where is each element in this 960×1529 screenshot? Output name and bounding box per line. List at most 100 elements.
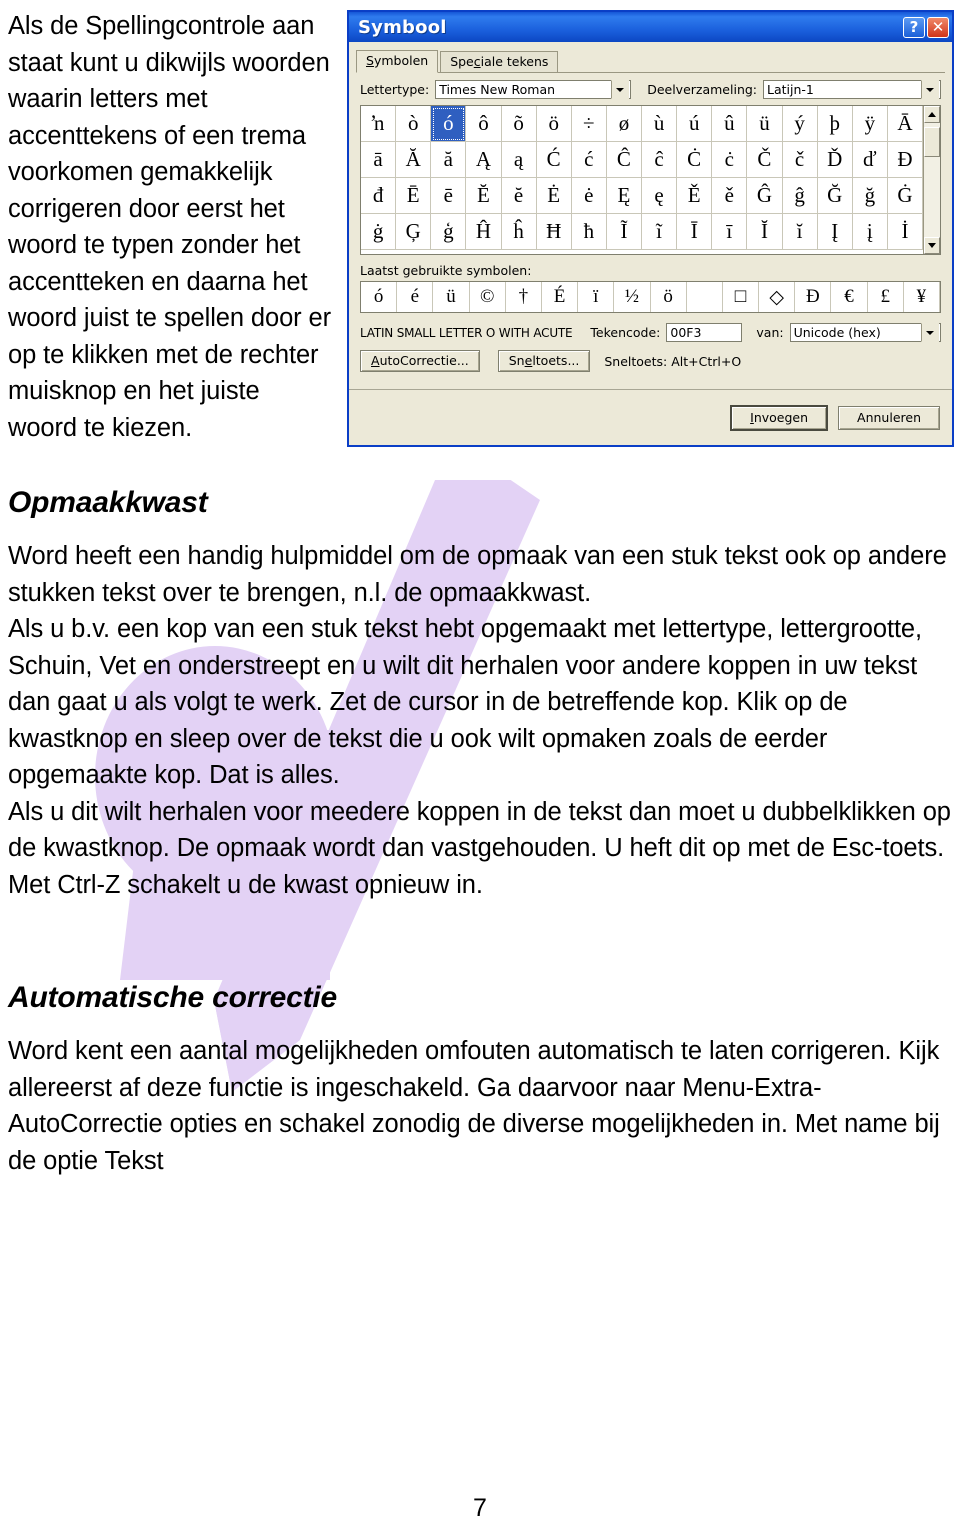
symbol-cell[interactable]: ĝ (782, 178, 818, 214)
symbol-cell[interactable]: Ć (536, 142, 572, 178)
symbol-cell[interactable]: Ĥ (466, 214, 502, 250)
recent-symbol-cell[interactable]: É (541, 282, 579, 312)
symbol-cell[interactable]: Ċ (677, 142, 713, 178)
symbol-cell[interactable]: Ę (606, 178, 642, 214)
recent-symbol-cell[interactable]: ó (361, 282, 398, 312)
recent-symbol-cell[interactable]: ü (433, 282, 470, 312)
recent-symbol-cell[interactable]: Ɖ (795, 282, 832, 312)
symbol-cell[interactable]: ĉ (642, 142, 678, 178)
symbol-cell[interactable]: ĭ (782, 214, 818, 250)
symbol-cell[interactable]: Ą (466, 142, 502, 178)
symbol-cell[interactable]: ü (747, 106, 783, 142)
symbol-cell[interactable]: Đ (887, 142, 923, 178)
recent-symbol-cell[interactable] (686, 282, 723, 312)
font-dropdown[interactable]: Times New Roman (435, 80, 632, 99)
symbol-cell[interactable]: ÷ (571, 106, 607, 142)
symbol-cell[interactable]: ó (431, 106, 467, 142)
symbol-cell[interactable]: ģ (431, 214, 467, 250)
symbol-cell[interactable]: Ā (887, 106, 923, 142)
symbol-cell[interactable]: ė (571, 178, 607, 214)
insert-button[interactable]: Invoegen (730, 404, 829, 431)
chevron-down-icon[interactable] (921, 80, 939, 99)
symbol-cell[interactable]: ò (396, 106, 432, 142)
symbol-cell[interactable]: Ē (396, 178, 432, 214)
symbol-cell[interactable]: Ė (536, 178, 572, 214)
symbol-cell[interactable]: ħ (571, 214, 607, 250)
symbol-cell[interactable]: Ī (677, 214, 713, 250)
symbol-cell[interactable]: Ă (396, 142, 432, 178)
symbol-cell[interactable]: ÿ (852, 106, 888, 142)
symbol-grid-scrollbar[interactable] (923, 106, 940, 254)
recent-symbols-grid[interactable]: ó é ü © † Éï ½ ö □ ◇ Ɖ € £ ¥ (360, 281, 941, 313)
symbol-cell[interactable]: ý (782, 106, 818, 142)
scroll-up-icon[interactable] (924, 106, 940, 123)
symbol-cell[interactable]: č (782, 142, 818, 178)
shortcut-button[interactable]: Sneltoets... (497, 350, 591, 372)
scrollbar-track[interactable] (924, 123, 940, 237)
charcode-input[interactable]: 00F3 (666, 323, 743, 342)
symbol-cell[interactable]: İ (887, 214, 923, 250)
symbol-cell[interactable]: ö (536, 106, 572, 142)
recent-symbol-cell[interactable]: ï (578, 282, 615, 312)
symbol-cell[interactable]: Į (817, 214, 853, 250)
symbol-cell[interactable]: ī (712, 214, 748, 250)
symbol-cell[interactable]: Ġ (887, 178, 923, 214)
chevron-down-icon[interactable] (611, 80, 630, 99)
help-icon[interactable]: ? (903, 16, 925, 38)
recent-symbol-cell[interactable]: † (505, 282, 542, 312)
symbol-cell[interactable]: Ĭ (747, 214, 783, 250)
recent-symbol-cell[interactable]: € (831, 282, 868, 312)
recent-symbol-cell[interactable]: ö (650, 282, 687, 312)
symbol-cell[interactable]: ġ (361, 214, 397, 250)
cancel-button[interactable]: Annuleren (838, 405, 940, 430)
symbol-cell[interactable]: į (852, 214, 888, 250)
recent-symbol-cell[interactable]: é (397, 282, 434, 312)
symbol-cell[interactable]: û (712, 106, 748, 142)
symbol-cell[interactable]: Ĉ (606, 142, 642, 178)
autocorrect-button[interactable]: AutoCorrectie... (360, 350, 480, 372)
recent-symbol-cell[interactable]: £ (867, 282, 904, 312)
symbol-cell[interactable]: ě (712, 178, 748, 214)
symbol-cell[interactable]: ā (361, 142, 397, 178)
symbol-cell[interactable]: ù (642, 106, 678, 142)
symbol-cell[interactable]: ĕ (501, 178, 537, 214)
symbol-cell[interactable]: ą (501, 142, 537, 178)
symbol-cell[interactable]: đ (361, 178, 397, 214)
symbol-cell[interactable]: Ğ (817, 178, 853, 214)
symbol-cell[interactable]: ú (677, 106, 713, 142)
symbol-cell[interactable]: Ģ (396, 214, 432, 250)
symbol-cell[interactable]: ğ (852, 178, 888, 214)
symbol-cell[interactable]: Č (747, 142, 783, 178)
symbol-cell[interactable]: Ě (677, 178, 713, 214)
symbol-cell[interactable]: ć (571, 142, 607, 178)
tab-speciale-tekens[interactable]: Speciale tekens (440, 51, 559, 72)
symbol-cell[interactable]: ĩ (642, 214, 678, 250)
symbol-cell[interactable]: ĥ (501, 214, 537, 250)
scroll-down-icon[interactable] (924, 237, 940, 254)
symbol-cell[interactable]: ŉ (361, 106, 397, 142)
symbol-cell[interactable]: ę (642, 178, 678, 214)
from-dropdown[interactable]: Unicode (hex) (789, 323, 941, 342)
symbol-cell[interactable]: Ď (817, 142, 853, 178)
symbol-cell[interactable]: õ (501, 106, 537, 142)
symbol-cell[interactable]: ċ (712, 142, 748, 178)
symbol-cell[interactable]: Ĝ (747, 178, 783, 214)
scrollbar-thumb[interactable] (924, 127, 940, 157)
symbol-grid[interactable]: ŉ ò ó ô õ ö ÷ ø ù ú û ü ý þ ÿ Āā Ăă Ąą Ćć Ĉĉ Ċċ Čč Ďď Đđ Ēē Ĕĕ Ėė Ę… (361, 106, 923, 254)
chevron-down-icon[interactable] (921, 323, 939, 342)
symbol-cell[interactable]: ø (606, 106, 642, 142)
recent-symbol-cell[interactable]: □ (722, 282, 760, 312)
symbol-cell[interactable]: ô (466, 106, 502, 142)
symbol-cell[interactable]: þ (817, 106, 853, 142)
subset-dropdown[interactable]: Latijn-1 (763, 80, 941, 99)
recent-symbol-cell[interactable]: © (469, 282, 506, 312)
symbol-cell[interactable]: Ĩ (606, 214, 642, 250)
recent-symbol-cell[interactable]: ◇ (759, 282, 796, 312)
recent-symbol-cell[interactable]: ¥ (903, 282, 940, 312)
close-icon[interactable]: ✕ (927, 16, 949, 38)
symbol-cell[interactable]: Ĕ (466, 178, 502, 214)
tab-symbolen[interactable]: SSymbolenymbolen (356, 50, 439, 73)
symbol-cell[interactable]: ď (852, 142, 888, 178)
symbol-cell[interactable]: ă (431, 142, 467, 178)
symbol-cell[interactable]: Ħ (536, 214, 572, 250)
